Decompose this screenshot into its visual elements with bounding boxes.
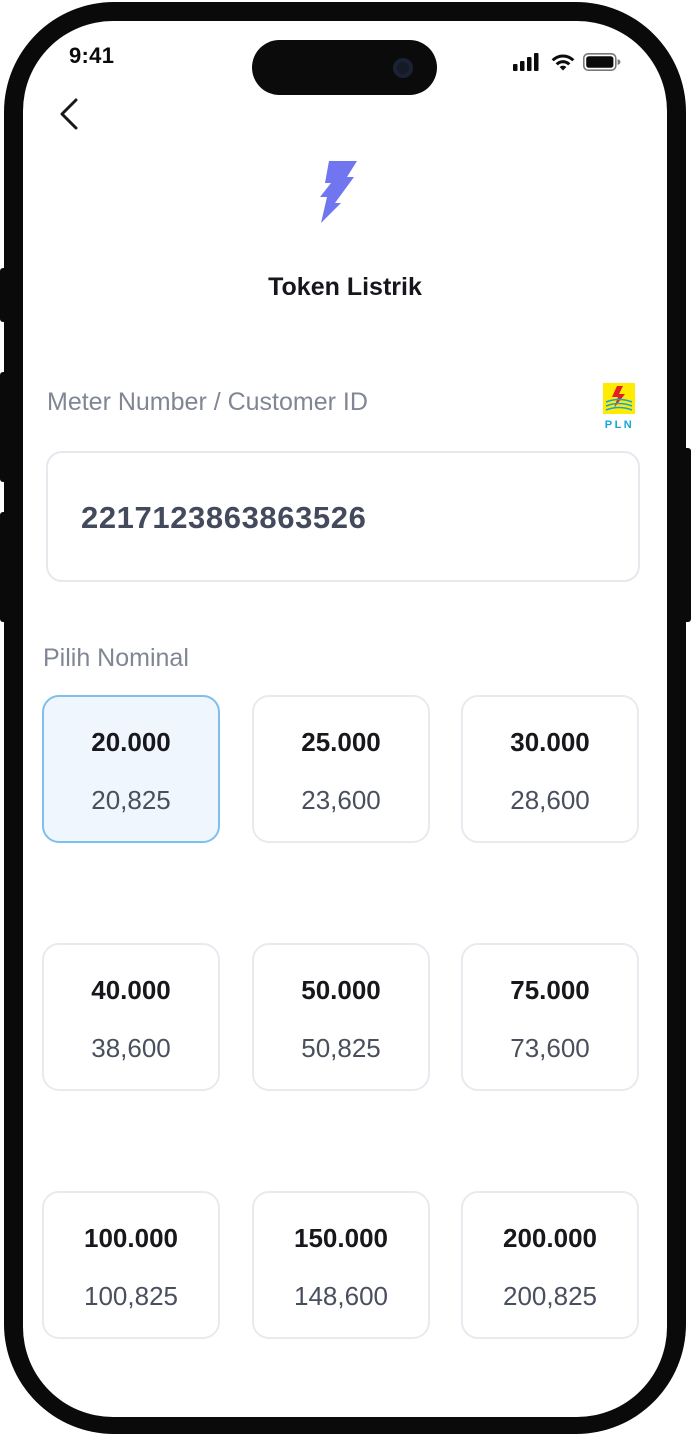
wifi-icon xyxy=(551,54,575,71)
volume-down-button xyxy=(0,512,8,622)
nominal-amount: 75.000 xyxy=(510,975,590,1005)
nominal-amount: 20.000 xyxy=(91,727,171,757)
nominal-price: 100,825 xyxy=(84,1281,178,1311)
nominal-option[interactable]: 50.000 50,825 xyxy=(252,943,430,1091)
lightning-bolt-icon xyxy=(320,161,357,223)
battery-icon xyxy=(583,53,621,71)
svg-text:PLN: PLN xyxy=(605,419,635,431)
nominal-amount: 25.000 xyxy=(301,727,381,757)
nominal-price: 200,825 xyxy=(503,1281,597,1311)
nominal-option[interactable]: 40.000 38,600 xyxy=(42,943,220,1091)
nominal-amount: 150.000 xyxy=(294,1223,388,1253)
dynamic-island xyxy=(252,40,437,95)
nominal-amount: 200.000 xyxy=(503,1223,597,1253)
page-title: Token Listrik xyxy=(268,273,422,301)
nominal-option[interactable]: 25.000 23,600 xyxy=(252,695,430,843)
nominal-price: 20,825 xyxy=(91,785,171,815)
nominal-option[interactable]: 100.000 100,825 xyxy=(42,1191,220,1339)
nominal-option[interactable]: 20.000 20,825 xyxy=(42,695,220,843)
action-button xyxy=(0,268,8,322)
nominal-amount: 40.000 xyxy=(91,975,171,1005)
status-icons xyxy=(513,53,621,71)
status-time: 9:41 xyxy=(69,43,115,68)
meter-number-input[interactable]: 2217123863863526 xyxy=(46,451,640,582)
nominal-section-label: Pilih Nominal xyxy=(43,644,189,672)
pln-logo: PLN xyxy=(603,383,635,431)
nominal-option[interactable]: 200.000 200,825 xyxy=(461,1191,639,1339)
chevron-left-icon xyxy=(60,98,78,130)
nominal-price: 23,600 xyxy=(301,785,381,815)
front-camera xyxy=(393,58,413,78)
nominal-option[interactable]: 75.000 73,600 xyxy=(461,943,639,1091)
app-screen: 9:41 Token Listrik Meter Number / Custom… xyxy=(23,21,667,1417)
nominal-price: 38,600 xyxy=(91,1033,171,1063)
nominal-option[interactable]: 30.000 28,600 xyxy=(461,695,639,843)
nominal-amount: 30.000 xyxy=(510,727,590,757)
meter-field-label: Meter Number / Customer ID xyxy=(47,388,368,416)
back-button[interactable] xyxy=(51,95,91,135)
nominal-price: 28,600 xyxy=(510,785,590,815)
power-button xyxy=(683,448,691,622)
nominal-amount: 50.000 xyxy=(301,975,381,1005)
cellular-signal-icon xyxy=(513,53,539,71)
nominal-price: 73,600 xyxy=(510,1033,590,1063)
nominal-price: 50,825 xyxy=(301,1033,381,1063)
nominal-option[interactable]: 150.000 148,600 xyxy=(252,1191,430,1339)
meter-number-value: 2217123863863526 xyxy=(81,500,367,535)
nominal-amount: 100.000 xyxy=(84,1223,178,1253)
nominal-price: 148,600 xyxy=(294,1281,388,1311)
volume-up-button xyxy=(0,372,8,482)
